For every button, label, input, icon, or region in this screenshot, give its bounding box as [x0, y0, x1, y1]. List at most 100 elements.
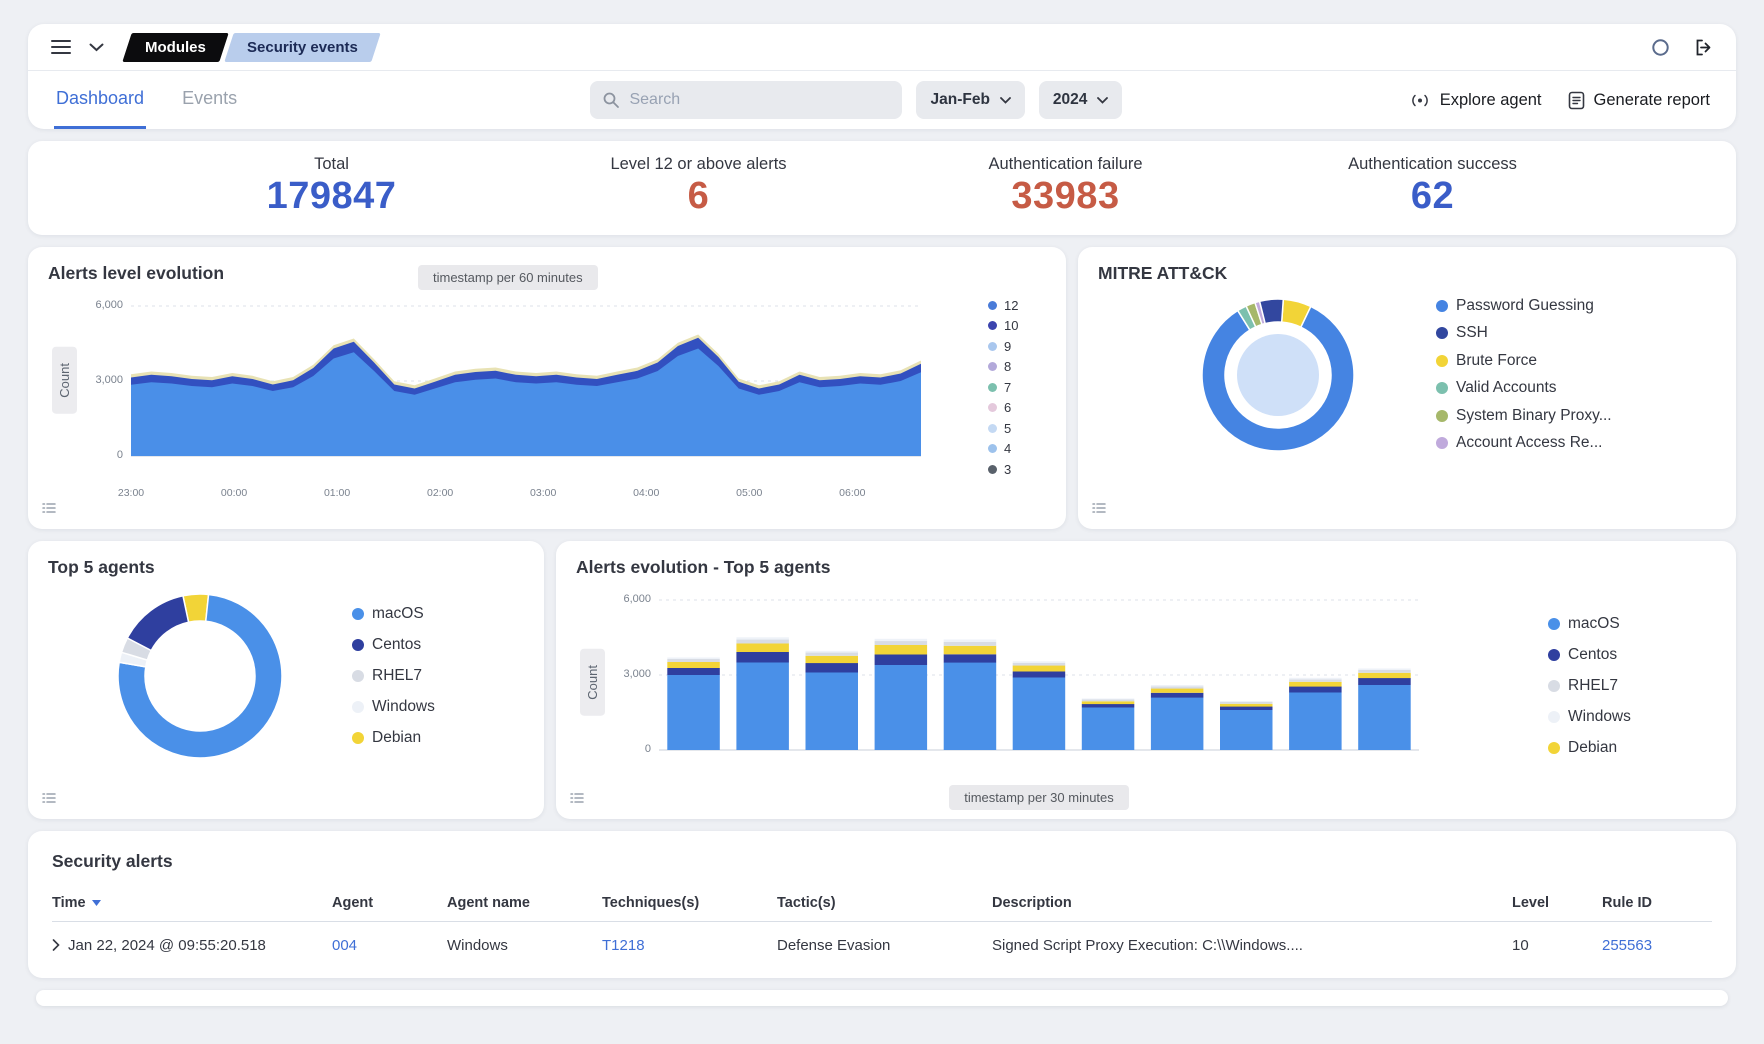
legend-item[interactable]: 3 — [988, 459, 1046, 480]
legend-label: 5 — [1004, 421, 1011, 436]
rule-id-link[interactable]: 255563 — [1602, 937, 1712, 954]
tab-dashboard[interactable]: Dashboard — [54, 71, 146, 129]
report-document-icon — [1568, 91, 1585, 110]
stat-value: 62 — [1249, 175, 1616, 218]
legend-label: 8 — [1004, 359, 1011, 374]
chevron-down-icon[interactable] — [84, 38, 109, 57]
agent-link[interactable]: 004 — [332, 937, 447, 954]
alerts-evolution-bar-chart[interactable] — [659, 588, 1419, 774]
legend-label: Password Guessing — [1456, 297, 1594, 315]
explore-agent-label: Explore agent — [1440, 91, 1542, 110]
table-row[interactable]: Jan 22, 2024 @ 09:55:20.518 004 Windows … — [52, 922, 1712, 968]
top5-agents-legend: macOS Centos RHEL7 Windows Debian — [352, 599, 435, 754]
legend-item[interactable]: Windows — [1548, 702, 1716, 733]
legend-item[interactable]: Centos — [352, 630, 435, 661]
legend-dot-icon — [1436, 410, 1448, 422]
x-axis-tick: 04:00 — [633, 487, 659, 499]
column-header-rule-id[interactable]: Rule ID — [1602, 895, 1712, 911]
legend-dot-icon — [352, 608, 364, 620]
legend-label: macOS — [1568, 615, 1620, 633]
legend-dot-icon — [1436, 355, 1448, 367]
legend-item[interactable]: 5 — [988, 418, 1046, 439]
y-axis-tick: 0 — [645, 743, 651, 755]
panel-inspect-icon[interactable] — [570, 791, 584, 809]
y-axis-tick: 6,000 — [623, 593, 651, 605]
x-axis-tick: 05:00 — [736, 487, 762, 499]
header: Modules Security events Dashboard Events — [28, 24, 1736, 129]
menu-icon[interactable] — [46, 34, 76, 60]
top5-agents-donut-chart[interactable] — [114, 590, 286, 762]
generate-report-button[interactable]: Generate report — [1568, 91, 1710, 110]
breadcrumb-section-label: Security events — [247, 39, 358, 56]
health-ring-icon[interactable] — [1646, 33, 1675, 62]
legend-label: macOS — [372, 605, 424, 623]
legend-label: System Binary Proxy... — [1456, 407, 1612, 425]
legend-item[interactable]: macOS — [352, 599, 435, 630]
column-header-techniques[interactable]: Techniques(s) — [602, 895, 777, 911]
legend-dot-icon — [1548, 742, 1560, 754]
legend-item[interactable]: 4 — [988, 439, 1046, 460]
legend-item[interactable]: macOS — [1548, 609, 1716, 640]
legend-dot-icon — [1548, 618, 1560, 630]
legend-dot-icon — [352, 701, 364, 713]
month-filter-value: Jan-Feb — [930, 91, 989, 109]
tab-events[interactable]: Events — [180, 71, 239, 129]
legend-item[interactable]: Windows — [352, 692, 435, 723]
legend-item[interactable]: Centos — [1548, 640, 1716, 671]
legend-dot-icon — [988, 424, 997, 433]
panel-inspect-icon[interactable] — [42, 501, 56, 519]
legend-item[interactable]: RHEL7 — [352, 661, 435, 692]
legend-item[interactable]: System Binary Proxy... — [1436, 402, 1612, 430]
panel-security-alerts: Security alerts Time Agent Agent name Te… — [28, 831, 1736, 978]
tactic-cell: Defense Evasion — [777, 937, 992, 954]
legend-item[interactable]: Debian — [1548, 733, 1716, 764]
search-box[interactable] — [590, 81, 902, 119]
legend-item[interactable]: Valid Accounts — [1436, 375, 1612, 403]
column-header-agent-name[interactable]: Agent name — [447, 895, 602, 911]
legend-item[interactable]: Debian — [352, 723, 435, 754]
legend-item[interactable]: 12 — [988, 295, 1046, 316]
legend-label: 12 — [1004, 298, 1018, 313]
technique-link[interactable]: T1218 — [602, 937, 777, 954]
x-axis-ticks: 23:0000:0001:0002:0003:0004:0005:0006:00 — [131, 485, 921, 501]
panel-inspect-icon[interactable] — [42, 791, 56, 809]
y-axis-label-pill: Count — [580, 649, 605, 716]
level-cell: 10 — [1512, 937, 1602, 954]
legend-item[interactable]: 7 — [988, 377, 1046, 398]
month-filter-dropdown[interactable]: Jan-Feb — [916, 81, 1024, 119]
legend-item[interactable]: RHEL7 — [1548, 671, 1716, 702]
row-expand-icon[interactable] — [52, 939, 60, 951]
panel-inspect-icon[interactable] — [1092, 501, 1106, 519]
column-header-time[interactable]: Time — [52, 895, 332, 911]
explore-agent-button[interactable]: Explore agent — [1409, 91, 1542, 110]
legend-item[interactable]: Brute Force — [1436, 347, 1612, 375]
column-header-level[interactable]: Level — [1512, 895, 1602, 911]
breadcrumb-security-events[interactable]: Security events — [224, 33, 380, 62]
panel-alerts-evolution-top5: Alerts evolution - Top 5 agents Count 6,… — [556, 541, 1736, 819]
legend-item[interactable]: 10 — [988, 316, 1046, 337]
nav-right-actions — [1646, 33, 1718, 62]
alerts-level-area-chart[interactable] — [131, 294, 921, 480]
legend-item[interactable]: 6 — [988, 398, 1046, 419]
legend-item[interactable]: Password Guessing — [1436, 292, 1612, 320]
legend-label: Valid Accounts — [1456, 379, 1557, 397]
column-header-description[interactable]: Description — [992, 895, 1512, 911]
legend-item[interactable]: 8 — [988, 357, 1046, 378]
search-input[interactable] — [629, 91, 890, 109]
legend-item[interactable]: Account Access Re... — [1436, 430, 1612, 458]
column-header-agent[interactable]: Agent — [332, 895, 447, 911]
legend-item[interactable]: SSH — [1436, 320, 1612, 348]
legend-label: Windows — [372, 698, 435, 716]
column-header-tactics[interactable]: Tactic(s) — [777, 895, 992, 911]
security-events-dashboard: Modules Security events Dashboard Events — [0, 0, 1764, 1044]
mitre-donut-chart[interactable] — [1198, 295, 1358, 455]
stat-value: 33983 — [882, 175, 1249, 218]
legend-dot-icon — [352, 670, 364, 682]
logout-icon[interactable] — [1689, 33, 1718, 62]
legend-label: 10 — [1004, 318, 1018, 333]
legend-item[interactable]: 9 — [988, 336, 1046, 357]
breadcrumb-modules[interactable]: Modules — [122, 33, 228, 62]
year-filter-dropdown[interactable]: 2024 — [1039, 81, 1122, 119]
legend-label: Centos — [372, 636, 421, 654]
legend-dot-icon — [352, 639, 364, 651]
